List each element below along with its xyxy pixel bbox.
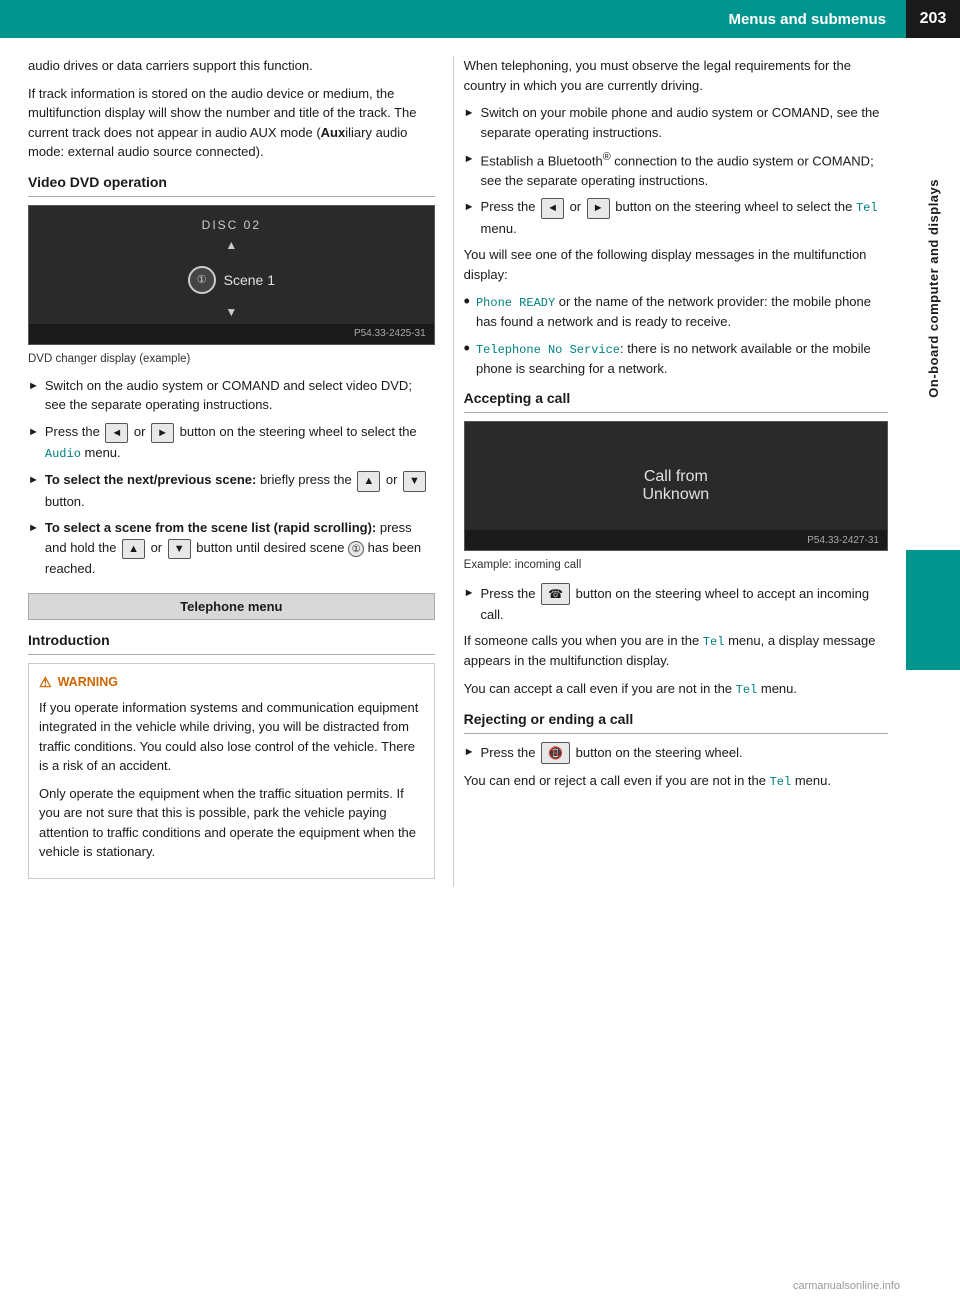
header-title: Menus and submenus (0, 11, 906, 28)
bullet-arrow-icon: ► (464, 199, 475, 216)
unknown-text: Unknown (642, 486, 709, 504)
right-bullet-1: ► Switch on your mobile phone and audio … (464, 103, 888, 142)
bullet-arrow-icon: ► (464, 151, 475, 168)
up-btn-icon: ▲ (357, 471, 380, 492)
header-bar: Menus and submenus 203 (0, 0, 960, 38)
watermark: carmanualsonline.info (793, 1280, 900, 1292)
sidebar-accent-bar (906, 550, 960, 670)
dvd-caption: DVD changer display (example) (28, 351, 435, 368)
content-area: audio drives or data carriers support th… (0, 38, 906, 887)
left-btn-icon-r: ◄ (541, 198, 564, 219)
dvd-down-arrow-icon: ▼ (225, 305, 237, 319)
accept-call-bullet: ► Press the ☎ button on the steering whe… (464, 583, 888, 625)
divider-3 (464, 412, 888, 413)
page-number: 203 (906, 0, 960, 38)
introduction-heading: Introduction (28, 632, 435, 648)
divider-1 (28, 196, 435, 197)
divider-2 (28, 654, 435, 655)
dot-item-2: • Telephone No Service: there is no netw… (464, 339, 888, 379)
dvd-bullet-4-text: To select a scene from the scene list (r… (45, 518, 435, 579)
tel-menu-msg-text: If someone calls you when you are in the… (464, 631, 888, 671)
call-from-text: Call from (644, 468, 708, 486)
dvd-circle-icon: ① (188, 266, 216, 294)
telephone-no-service-text: Telephone No Service (476, 343, 620, 357)
sidebar-label: On-board computer and displays (906, 38, 960, 538)
bullet-arrow-icon: ► (28, 472, 39, 489)
left-btn-icon: ◄ (105, 423, 128, 444)
audio-menu-label: Audio (45, 447, 81, 461)
dot-bullet-icon-2: • (464, 335, 470, 362)
video-dvd-heading: Video DVD operation (28, 174, 435, 190)
dot-item-2-text: Telephone No Service: there is no networ… (476, 339, 888, 379)
dvd-watermark: P54.33-2425-31 (29, 324, 434, 344)
dot-item-1: • Phone READY or the name of the network… (464, 292, 888, 332)
rejecting-call-heading: Rejecting or ending a call (464, 711, 888, 727)
left-column: audio drives or data carriers support th… (0, 56, 453, 887)
phone-end-icon: 📵 (541, 742, 570, 764)
dvd-bullet-3: ► To select the next/previous scene: bri… (28, 470, 435, 511)
bullet-arrow-icon: ► (464, 105, 475, 122)
intro-text-2: If track information is stored on the au… (28, 84, 435, 162)
right-column: When telephoning, you must observe the l… (454, 56, 906, 887)
dvd-display-image: DISC 02 ▲ ① Scene 1 ▼ P54.33-2425-31 (28, 205, 435, 345)
warning-triangle-icon: ⚠ (39, 672, 52, 693)
accepting-call-heading: Accepting a call (464, 390, 888, 406)
phone-accept-icon: ☎ (541, 583, 570, 605)
dvd-bullet-4: ► To select a scene from the scene list … (28, 518, 435, 579)
call-display-image: Call from Unknown P54.33-2427-31 (464, 421, 888, 551)
dvd-up-arrow-icon: ▲ (225, 238, 237, 252)
dvd-disc-label: DISC 02 (202, 218, 261, 232)
dvd-scene-row: ① Scene 1 (188, 266, 275, 294)
right-bullet-2: ► Establish a Bluetooth® connection to t… (464, 149, 888, 190)
bullet-arrow-icon: ► (464, 744, 475, 761)
tel-label-3: Tel (770, 775, 792, 789)
dot-bullet-icon-1: • (464, 288, 470, 315)
right-bullet-3: ► Press the ◄ or ► button on the steerin… (464, 197, 888, 238)
intro-text-1: audio drives or data carriers support th… (28, 56, 435, 76)
right-btn-icon-r: ► (587, 198, 610, 219)
divider-4 (464, 733, 888, 734)
down-btn-icon-2: ▼ (168, 539, 191, 560)
call-caption: Example: incoming call (464, 557, 888, 574)
down-btn-icon: ▼ (403, 471, 426, 492)
warning-box: ⚠ WARNING If you operate information sys… (28, 663, 435, 879)
accept-call-text: Press the ☎ button on the steering wheel… (481, 583, 888, 625)
tel-label-1: Tel (703, 635, 725, 649)
right-bullet-3-text: Press the ◄ or ► button on the steering … (481, 197, 888, 238)
bullet-arrow-icon: ► (28, 520, 39, 537)
dvd-scene-text: Scene 1 (224, 272, 275, 288)
display-msg-intro: You will see one of the following displa… (464, 245, 888, 284)
accept-anywhere-text: You can accept a call even if you are no… (464, 679, 888, 699)
right-btn-icon: ► (151, 423, 174, 444)
tel-label-2: Tel (736, 683, 758, 697)
reject-call-bullet: ► Press the 📵 button on the steering whe… (464, 742, 888, 764)
dvd-bullet-2: ► Press the ◄ or ► button on the steerin… (28, 422, 435, 464)
dvd-bullet-1-text: Switch on the audio system or COMAND and… (45, 376, 435, 415)
tel-menu-label: Tel (856, 201, 878, 215)
warning-label: WARNING (58, 673, 118, 692)
warning-title: ⚠ WARNING (39, 672, 424, 693)
bullet-arrow-icon: ► (28, 424, 39, 441)
warning-text-1: If you operate information systems and c… (39, 698, 424, 776)
right-intro-text: When telephoning, you must observe the l… (464, 56, 888, 95)
call-watermark: P54.33-2427-31 (465, 530, 887, 550)
dvd-bullet-1: ► Switch on the audio system or COMAND a… (28, 376, 435, 415)
dot-item-1-text: Phone READY or the name of the network p… (476, 292, 888, 332)
dvd-bullet-3-text: To select the next/previous scene: brief… (45, 470, 435, 511)
up-btn-icon-2: ▲ (122, 539, 145, 560)
right-bullet-2-text: Establish a Bluetooth® connection to the… (481, 149, 888, 190)
phone-ready-text: Phone READY (476, 296, 555, 310)
telephone-menu-box: Telephone menu (28, 593, 435, 620)
warning-text-2: Only operate the equipment when the traf… (39, 784, 424, 862)
sidebar-label-text: On-board computer and displays (926, 179, 941, 398)
bullet-arrow-icon: ► (464, 585, 475, 602)
reject-anywhere-text: You can end or reject a call even if you… (464, 771, 888, 791)
right-bullet-1-text: Switch on your mobile phone and audio sy… (481, 103, 888, 142)
dvd-bullet-2-text: Press the ◄ or ► button on the steering … (45, 422, 435, 464)
bullet-arrow-icon: ► (28, 378, 39, 395)
reject-call-text: Press the 📵 button on the steering wheel… (481, 742, 888, 764)
